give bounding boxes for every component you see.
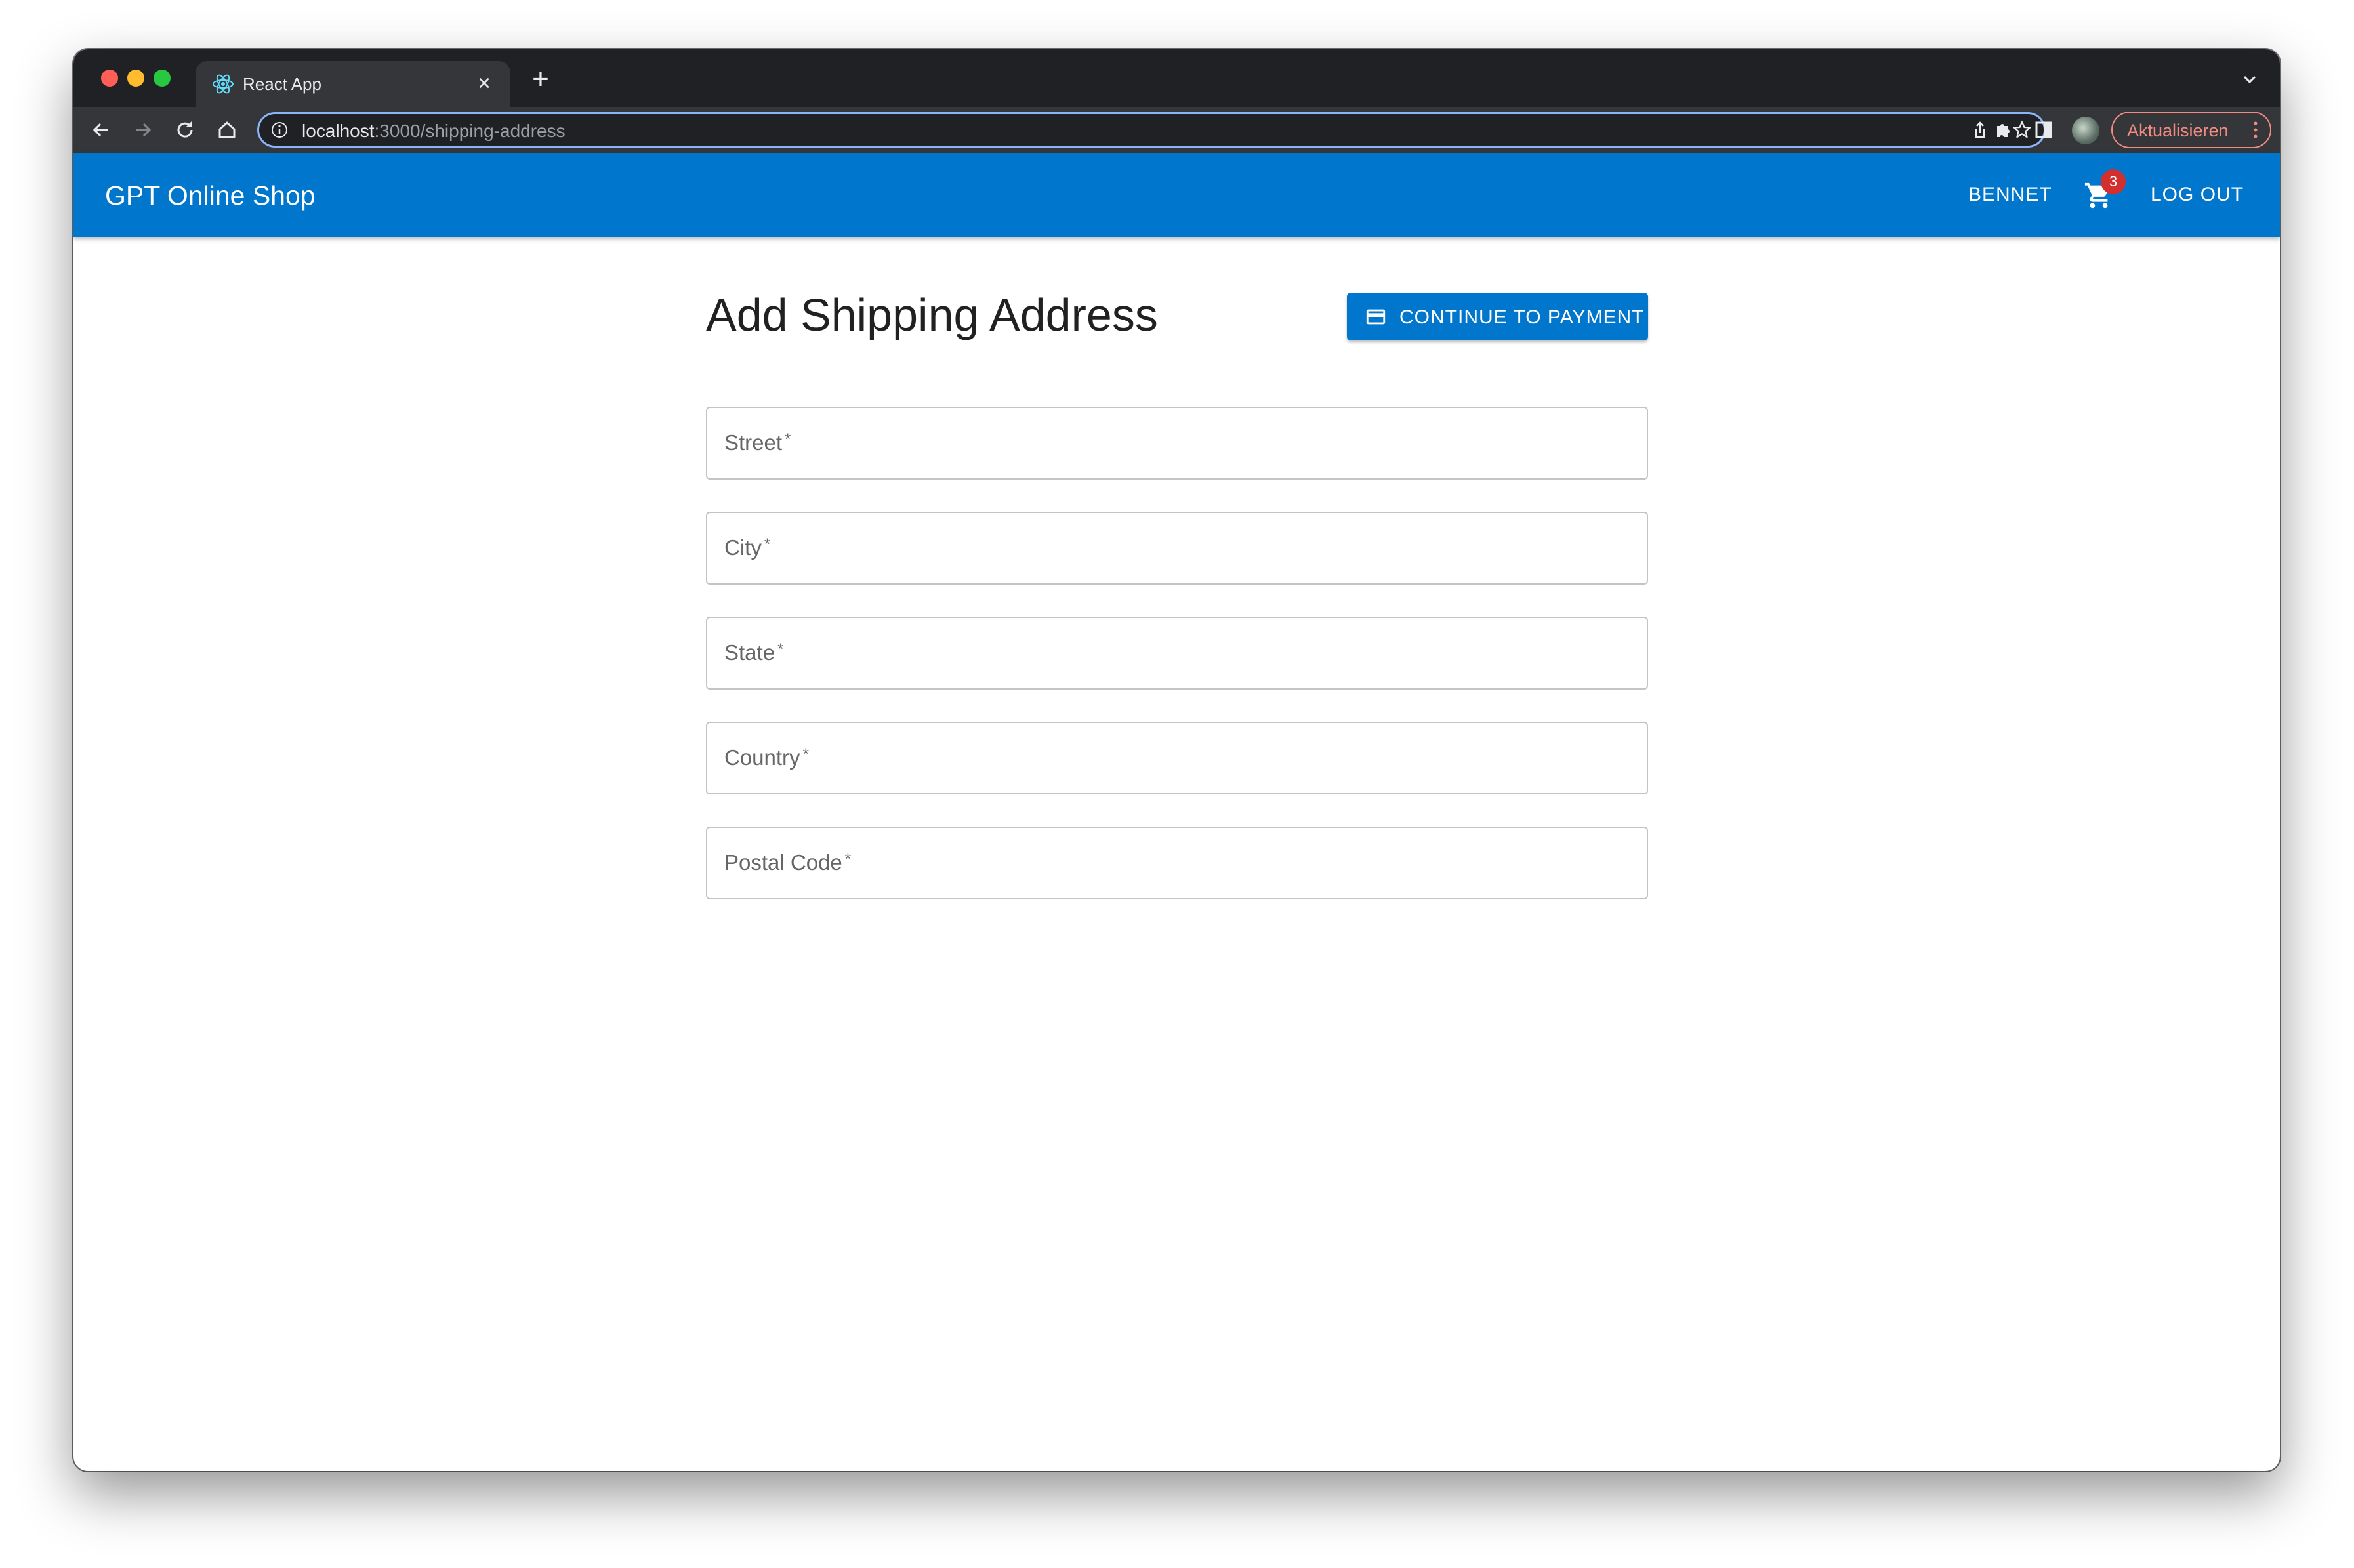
chevron-down-icon[interactable] (2238, 68, 2261, 91)
logout-button[interactable]: LOG OUT (2151, 184, 2244, 206)
extensions-icon[interactable] (1989, 117, 2015, 143)
app-bar: GPT Online Shop BENNET 3 LOG OUT (73, 153, 2280, 237)
state-label-text: State (724, 640, 775, 665)
tab-strip: React App × + (73, 49, 2280, 107)
back-icon[interactable] (88, 117, 114, 143)
url-host: localhost (302, 121, 375, 141)
address-bar[interactable]: localhost:3000/shipping-address (257, 112, 2046, 148)
home-icon[interactable] (214, 117, 240, 143)
state-label: State * (724, 640, 783, 665)
reload-icon[interactable] (172, 117, 198, 143)
street-field[interactable]: Street * (706, 407, 1648, 480)
user-button[interactable]: BENNET (1968, 184, 2052, 206)
country-field[interactable]: Country * (706, 722, 1648, 794)
minimize-window-button[interactable] (127, 70, 144, 87)
browser-tab[interactable]: React App × (196, 61, 510, 107)
continue-label: CONTINUE TO PAYMENT (1399, 306, 1645, 328)
share-icon[interactable] (1970, 119, 1991, 140)
avatar[interactable] (2072, 117, 2099, 144)
country-label-text: Country (724, 745, 800, 770)
react-icon (213, 74, 234, 94)
postal-code-label: Postal Code * (724, 850, 851, 875)
brand-title[interactable]: GPT Online Shop (105, 180, 316, 211)
cart-badge: 3 (2101, 169, 2126, 194)
browser-toolbar: localhost:3000/shipping-address Aktualis… (73, 107, 2280, 153)
street-label-text: Street (724, 430, 783, 455)
city-label-text: City (724, 535, 762, 560)
required-mark: * (802, 745, 809, 763)
url-path: :3000/shipping-address (374, 121, 566, 141)
street-label: Street * (724, 430, 791, 455)
city-field[interactable]: City * (706, 512, 1648, 585)
postal-code-field[interactable]: Postal Code * (706, 827, 1648, 899)
forward-icon[interactable] (130, 117, 156, 143)
postal-code-label-text: Postal Code (724, 850, 842, 875)
update-button[interactable]: Aktualisieren (2111, 112, 2271, 148)
browser-window: React App × + localhost:3000/shipping-ad… (73, 49, 2280, 1471)
fullscreen-window-button[interactable] (154, 70, 171, 87)
more-icon (2254, 121, 2258, 138)
city-label: City * (724, 535, 770, 560)
required-mark: * (785, 430, 791, 448)
update-label: Aktualisieren (2127, 121, 2229, 140)
required-mark: * (764, 535, 771, 553)
required-mark: * (844, 850, 852, 868)
plus-icon[interactable]: + (527, 65, 554, 94)
continue-to-payment-button[interactable]: CONTINUE TO PAYMENT (1347, 293, 1648, 340)
required-mark: * (777, 640, 784, 658)
tab-title: React App (243, 74, 321, 94)
close-icon[interactable]: × (472, 72, 496, 95)
page-title: Add Shipping Address (706, 289, 1158, 340)
sidepanel-icon[interactable] (2031, 117, 2057, 143)
info-icon[interactable] (270, 121, 289, 139)
close-window-button[interactable] (101, 70, 118, 87)
country-label: Country * (724, 745, 809, 770)
credit-card-icon (1366, 309, 1386, 325)
url-text: localhost:3000/shipping-address (302, 121, 566, 142)
state-field[interactable]: State * (706, 617, 1648, 690)
